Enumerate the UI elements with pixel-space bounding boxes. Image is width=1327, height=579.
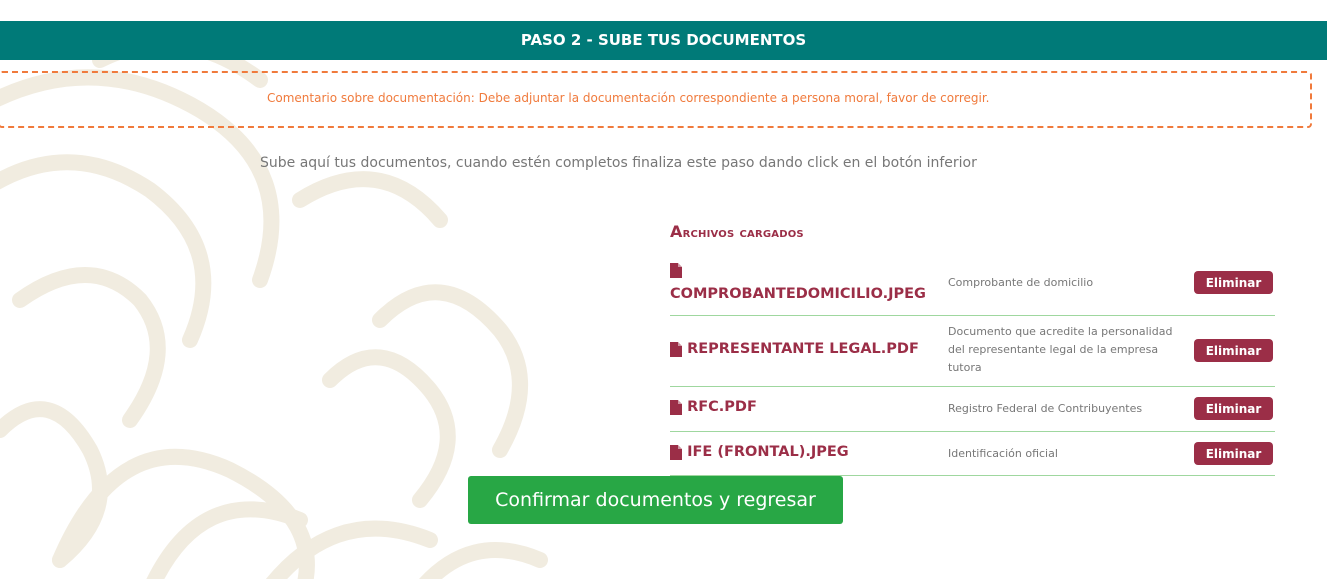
comment-text: Comentario sobre documentación: Debe adj… bbox=[267, 91, 990, 105]
file-icon bbox=[670, 399, 682, 415]
intro-text: Sube aquí tus documentos, cuando estén c… bbox=[260, 155, 977, 171]
file-icon bbox=[670, 262, 682, 278]
file-name-line: RFC.PDF bbox=[670, 399, 757, 415]
file-icon-line bbox=[670, 262, 682, 278]
file-row: RFC.PDF Registro Federal de Contribuyent… bbox=[670, 387, 1275, 432]
step-header: PASO 2 - SUBE TUS DOCUMENTOS bbox=[0, 21, 1327, 60]
file-icon bbox=[670, 444, 682, 460]
delete-button[interactable]: Eliminar bbox=[1194, 339, 1273, 362]
file-row: COMPROBANTEDOMICILIO.JPEG Comprobante de… bbox=[670, 258, 1275, 316]
files-section-title: Archivos cargados bbox=[670, 222, 804, 241]
file-icon bbox=[670, 341, 682, 357]
file-row: IFE (FRONTAL).JPEG Identificación oficia… bbox=[670, 432, 1275, 476]
file-name[interactable]: REPRESENTANTE LEGAL.PDF bbox=[687, 341, 919, 357]
file-description: Comprobante de domicilio bbox=[948, 276, 1094, 289]
file-name-line: IFE (FRONTAL).JPEG bbox=[670, 444, 849, 460]
file-description: Registro Federal de Contribuyentes bbox=[948, 402, 1143, 415]
file-description: Identificación oficial bbox=[948, 447, 1058, 460]
files-title-initial: A bbox=[670, 222, 683, 241]
delete-button[interactable]: Eliminar bbox=[1194, 397, 1273, 420]
delete-button[interactable]: Eliminar bbox=[1194, 271, 1273, 294]
file-name-line: REPRESENTANTE LEGAL.PDF bbox=[670, 341, 919, 357]
file-name[interactable]: RFC.PDF bbox=[687, 399, 757, 415]
files-title-rest: rchivos cargados bbox=[682, 225, 804, 241]
confirm-documents-button[interactable]: Confirmar documentos y regresar bbox=[468, 476, 843, 524]
file-name[interactable]: COMPROBANTEDOMICILIO.JPEG bbox=[670, 286, 926, 302]
comment-box: Comentario sobre documentación: Debe adj… bbox=[0, 71, 1312, 128]
file-description: Documento que acredite la personalidad d… bbox=[948, 325, 1173, 374]
file-row: REPRESENTANTE LEGAL.PDF Documento que ac… bbox=[670, 316, 1275, 387]
file-name[interactable]: IFE (FRONTAL).JPEG bbox=[687, 444, 849, 460]
delete-button[interactable]: Eliminar bbox=[1194, 442, 1273, 465]
